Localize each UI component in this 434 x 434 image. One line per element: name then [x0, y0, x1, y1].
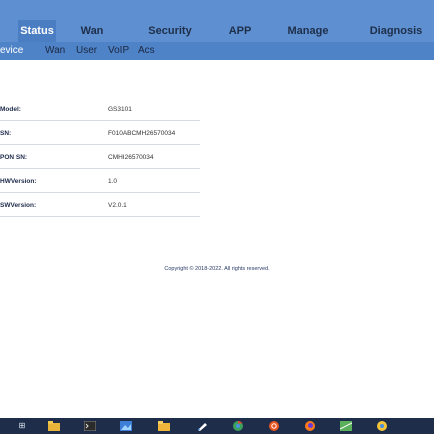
info-value: CMHI26570034: [108, 154, 154, 161]
tab-app[interactable]: APP: [218, 20, 262, 42]
info-label: SN:: [0, 130, 12, 137]
info-label: PON SN:: [0, 154, 28, 161]
info-label: HWVersion:: [0, 178, 37, 185]
file-explorer-icon[interactable]: [48, 421, 60, 431]
info-value: F010ABCMH26570034: [108, 130, 176, 137]
image-viewer-icon[interactable]: [120, 421, 132, 431]
info-row-sn: SN: F010ABCMH26570034: [0, 124, 434, 148]
subnav-voip[interactable]: VoIP: [108, 42, 129, 60]
copyright-text: Copyright © 2018-2022. All rights reserv…: [164, 266, 270, 272]
main-tabs: Status Wan Security APP Manage Diagnosis: [0, 20, 434, 42]
chrome-icon[interactable]: [232, 421, 244, 431]
info-value: V2.0.1: [108, 202, 127, 209]
info-label: Model:: [0, 106, 21, 113]
top-navigation: Status Wan Security APP Manage Diagnosis…: [0, 0, 434, 60]
chrome-extra-icon[interactable]: [376, 421, 388, 431]
subnav-device[interactable]: evice: [0, 42, 23, 60]
windows-icon[interactable]: ⊞: [16, 421, 28, 431]
info-row-swversion: SWVersion: V2.0.1: [0, 196, 434, 220]
terminal-icon[interactable]: [84, 421, 96, 431]
tab-manage[interactable]: Manage: [278, 20, 338, 42]
taskbar: ⊞: [0, 418, 434, 434]
pen-icon[interactable]: [196, 421, 208, 431]
info-value: GS3101: [108, 106, 132, 113]
tab-status[interactable]: Status: [18, 20, 56, 42]
ubuntu-icon[interactable]: [268, 421, 280, 431]
maps-icon[interactable]: [340, 421, 352, 431]
divider: [0, 192, 200, 193]
info-row-model: Model: GS3101: [0, 100, 434, 124]
info-value: 1.0: [108, 178, 118, 185]
tab-security[interactable]: Security: [140, 20, 200, 42]
divider: [0, 144, 200, 145]
info-row-hwversion: HWVersion: 1.0: [0, 172, 434, 196]
tab-wan[interactable]: Wan: [72, 20, 112, 42]
tab-diagnosis[interactable]: Diagnosis: [362, 20, 430, 42]
divider: [0, 120, 200, 121]
subnav-acs[interactable]: Acs: [138, 42, 155, 60]
folder-icon[interactable]: [158, 421, 170, 431]
subnav-wan[interactable]: Wan: [45, 42, 65, 60]
info-row-gpon-sn: PON SN: CMHI26570034: [0, 148, 434, 172]
info-label: SWVersion:: [0, 202, 37, 209]
subnav-user[interactable]: User: [76, 42, 97, 60]
divider: [0, 216, 200, 217]
divider: [0, 168, 200, 169]
sub-navigation: evice Wan User VoIP Acs: [0, 42, 434, 60]
firefox-icon[interactable]: [304, 421, 316, 431]
